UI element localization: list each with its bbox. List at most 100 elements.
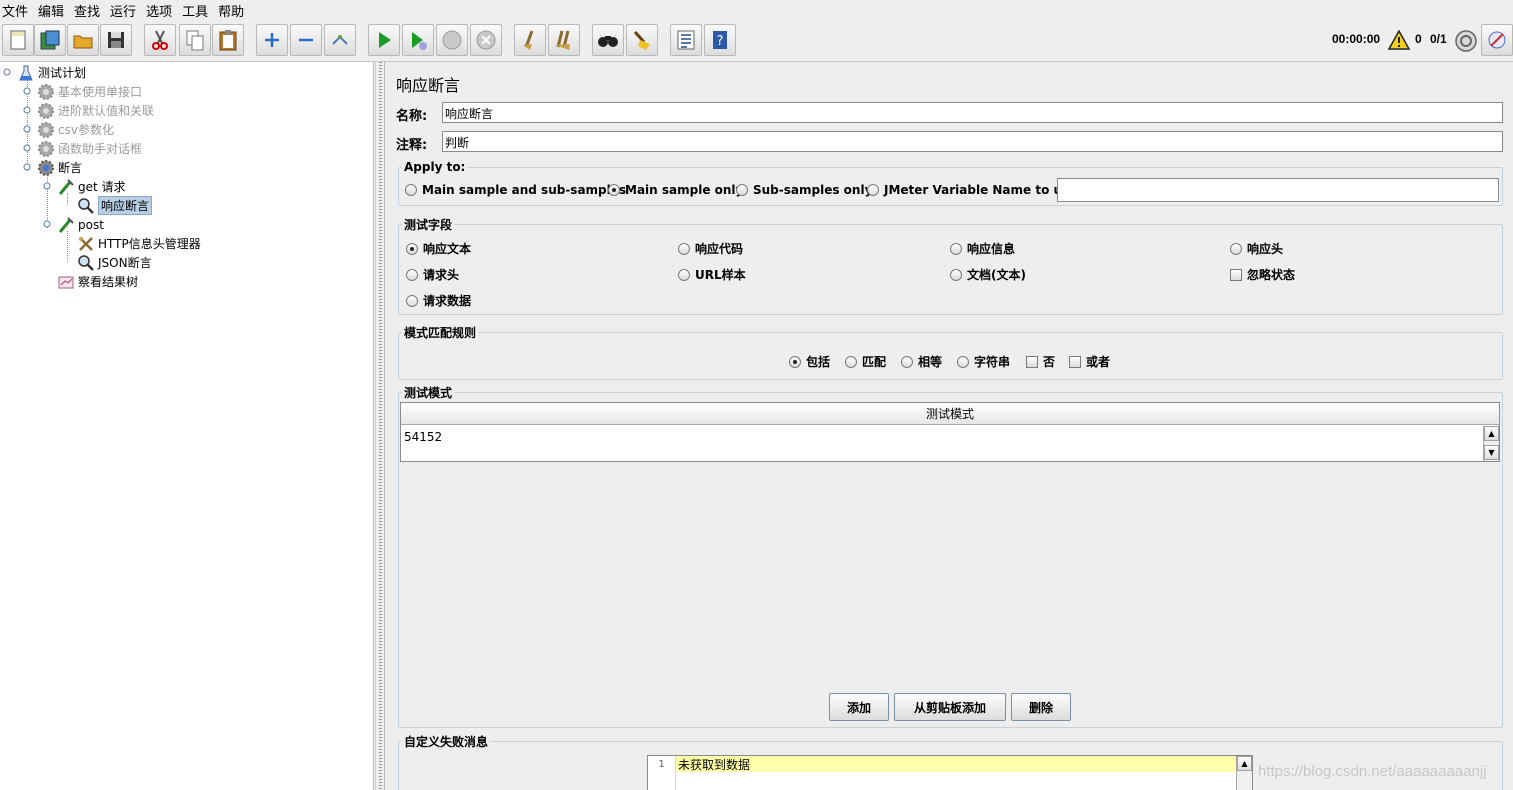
tree-toggle-icon[interactable] <box>43 220 51 228</box>
new-button[interactable] <box>2 24 34 56</box>
copy-button[interactable] <box>179 24 211 56</box>
start-no-pauses-button[interactable] <box>402 24 434 56</box>
apply-sub-only-radio[interactable]: Sub-samples only <box>736 183 872 197</box>
menu-edit[interactable]: 编辑 <box>36 1 70 20</box>
stop-button[interactable] <box>436 24 468 56</box>
rule-not-checkbox[interactable]: 否 <box>1026 353 1055 370</box>
field-response-text-radio[interactable]: 响应文本 <box>406 240 471 257</box>
apply-jmeter-variable-radio[interactable]: JMeter Variable Name to use <box>867 183 1077 197</box>
scroll-up-icon[interactable]: ▲ <box>1484 426 1499 441</box>
rule-matches-radio[interactable]: 匹配 <box>845 353 886 370</box>
scroll-up-icon[interactable]: ▲ <box>1237 756 1252 771</box>
toggle-icon <box>332 35 348 45</box>
menu-file[interactable]: 文件 <box>0 1 34 20</box>
menu-search[interactable]: 查找 <box>72 1 106 20</box>
expand-icon <box>265 33 279 47</box>
remote-button[interactable] <box>1481 24 1513 56</box>
tree-node-listener[interactable]: 察看结果树 <box>57 272 138 291</box>
tree-toggle-icon[interactable] <box>43 182 51 190</box>
function-helper-button[interactable] <box>670 24 702 56</box>
tree-toggle-icon[interactable] <box>3 68 11 76</box>
delete-button[interactable]: 删除 <box>1011 693 1071 721</box>
tree-node-sampler[interactable]: get 请求 <box>57 177 126 196</box>
clear-button[interactable] <box>514 24 546 56</box>
tree-node-thread-group[interactable]: csv参数化 <box>37 120 114 139</box>
comment-field[interactable]: 判断 <box>442 131 1503 152</box>
add-button[interactable]: 添加 <box>829 693 889 721</box>
editor-scrollbar[interactable]: ▲ <box>1236 756 1252 790</box>
tree-toggle-icon[interactable] <box>23 106 31 114</box>
tree-node-assertion[interactable]: 响应断言 <box>77 196 153 215</box>
apply-main-and-sub-radio[interactable]: Main sample and sub-samples <box>405 183 626 197</box>
tree-node-config[interactable]: HTTP信息头管理器 <box>77 234 201 253</box>
pattern-row[interactable]: 54152 <box>404 430 442 444</box>
warning-icon[interactable] <box>1388 30 1410 50</box>
menu-options[interactable]: 选项 <box>144 1 178 20</box>
menu-tools[interactable]: 工具 <box>180 1 214 20</box>
failure-message-text[interactable]: 未获取到数据 <box>676 756 1236 772</box>
rule-contains-radio[interactable]: 包括 <box>789 353 830 370</box>
open-button[interactable] <box>67 24 99 56</box>
rule-substring-radio[interactable]: 字符串 <box>957 353 1010 370</box>
custom-failure-editor[interactable]: 1 未获取到数据 ▲ <box>647 755 1253 790</box>
patterns-legend: 测试模式 <box>404 386 453 400</box>
collapse-button[interactable] <box>290 24 322 56</box>
search-icon <box>598 36 618 47</box>
remote-icon <box>1488 31 1506 49</box>
field-response-code-radio[interactable]: 响应代码 <box>678 240 743 257</box>
apply-main-only-radio[interactable]: Main sample only <box>608 183 743 197</box>
menu-run[interactable]: 运行 <box>108 1 142 20</box>
svg-text:?: ? <box>717 34 724 49</box>
add-from-clipboard-button[interactable]: 从剪贴板添加 <box>894 693 1006 721</box>
tree-toggle-icon[interactable] <box>23 144 31 152</box>
save-button[interactable] <box>100 24 132 56</box>
clear-icon <box>523 30 534 50</box>
running-indicator-icon <box>1455 30 1477 52</box>
tree-node-thread-group[interactable]: 基本使用单接口 <box>37 82 142 101</box>
reset-search-button[interactable] <box>626 24 658 56</box>
tree-toggle-icon[interactable] <box>23 87 31 95</box>
warning-count: 0 <box>1415 32 1422 46</box>
search-button[interactable] <box>592 24 624 56</box>
assertion-icon <box>77 254 95 272</box>
clear-all-button[interactable] <box>548 24 580 56</box>
cut-icon <box>152 30 168 50</box>
scroll-down-icon[interactable]: ▼ <box>1484 445 1499 460</box>
listener-icon <box>57 273 75 291</box>
split-pane-divider[interactable] <box>375 62 385 790</box>
tree-node-thread-group[interactable]: 断言 <box>37 158 82 177</box>
templates-button[interactable] <box>34 24 66 56</box>
field-response-headers-radio[interactable]: 响应头 <box>1230 240 1283 257</box>
field-url-radio[interactable]: URL样本 <box>678 266 746 283</box>
tree-node-thread-group[interactable]: 函数助手对话框 <box>37 139 142 158</box>
field-request-data-radio[interactable]: 请求数据 <box>406 292 471 309</box>
tree-toggle-icon[interactable] <box>23 125 31 133</box>
cut-button[interactable] <box>144 24 176 56</box>
jmeter-variable-input[interactable] <box>1057 178 1499 202</box>
tree-node-assertion[interactable]: JSON断言 <box>77 253 152 272</box>
field-response-message-radio[interactable]: 响应信息 <box>950 240 1015 257</box>
patterns-column-header[interactable]: 测试模式 <box>401 403 1499 425</box>
rule-or-checkbox[interactable]: 或者 <box>1069 353 1110 370</box>
name-field[interactable]: 响应断言 <box>442 102 1503 123</box>
menu-bar: 文件 编辑 查找 运行 选项 工具 帮助 <box>0 0 1513 20</box>
menu-help[interactable]: 帮助 <box>216 1 250 20</box>
field-request-headers-radio[interactable]: 请求头 <box>406 266 459 283</box>
tree-toggle-icon[interactable] <box>23 163 31 171</box>
ignore-status-checkbox[interactable]: 忽略状态 <box>1230 266 1295 283</box>
name-label: 名称: <box>396 109 428 124</box>
tree-node-sampler[interactable]: post <box>57 215 104 234</box>
help-button[interactable]: ? <box>704 24 736 56</box>
start-button[interactable] <box>368 24 400 56</box>
shutdown-button[interactable] <box>470 24 502 56</box>
field-document-radio[interactable]: 文档(文本) <box>950 266 1026 283</box>
expand-button[interactable] <box>256 24 288 56</box>
paste-button[interactable] <box>212 24 244 56</box>
rule-equals-radio[interactable]: 相等 <box>901 353 942 370</box>
tree-node-test-plan[interactable]: 测试计划 <box>17 63 86 82</box>
toggle-button[interactable] <box>324 24 356 56</box>
patterns-scrollbar[interactable]: ▲ ▼ <box>1483 426 1499 461</box>
tree-node-thread-group[interactable]: 进阶默认值和关联 <box>37 101 154 120</box>
apply-to-legend: Apply to: <box>404 160 466 174</box>
test-plan-tree: 测试计划 基本使用单接口 进阶默认值和关联 csv参数化 函数助手对话框 断言 … <box>0 62 374 790</box>
